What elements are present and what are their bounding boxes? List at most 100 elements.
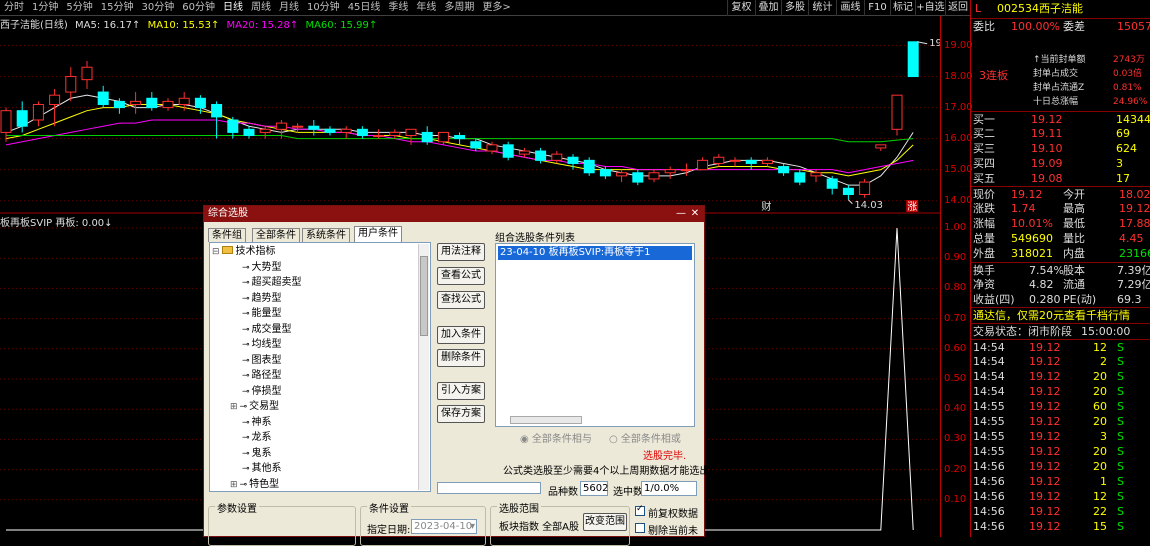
candle[interactable]: [648, 169, 660, 183]
candle[interactable]: [162, 98, 174, 111]
close-icon[interactable]: ✕: [688, 206, 702, 222]
tree-item[interactable]: ⊸ 鬼系: [230, 446, 272, 461]
period-tab[interactable]: 60分钟: [178, 0, 219, 16]
candle[interactable]: [551, 151, 563, 164]
candle[interactable]: [81, 61, 93, 89]
tree-item[interactable]: ⊸ 成交量型: [230, 322, 292, 337]
dialog-button[interactable]: 删除条件: [437, 349, 485, 367]
toolbar-right-button[interactable]: F10: [864, 0, 890, 16]
period-tab[interactable]: 30分钟: [137, 0, 178, 16]
period-tab[interactable]: 更多>: [478, 0, 514, 16]
candle[interactable]: [875, 144, 887, 152]
toolbar-right-button[interactable]: 叠加: [755, 0, 781, 16]
candle[interactable]: [745, 157, 757, 170]
tree-item[interactable]: ⊸ 能量型: [230, 306, 282, 321]
finance-mark[interactable]: 财: [761, 200, 771, 213]
candle[interactable]: [616, 169, 628, 183]
period-tab[interactable]: 1分钟: [28, 0, 62, 16]
limit-up-mark[interactable]: 涨: [907, 201, 917, 213]
date-input[interactable]: 2023-04-10 ▾: [411, 519, 477, 534]
candle[interactable]: [146, 92, 158, 111]
candle[interactable]: [891, 94, 903, 136]
tree-expander-icon[interactable]: ⊞: [230, 480, 238, 490]
minimize-icon[interactable]: —: [674, 206, 688, 222]
period-tab[interactable]: 45日线: [344, 0, 385, 16]
tree-item[interactable]: ⊸ 图表型: [230, 353, 282, 368]
change-range-button[interactable]: 改变范围: [583, 513, 627, 531]
candle[interactable]: [842, 185, 854, 200]
toolbar-right-button[interactable]: 复权: [727, 0, 755, 16]
tree-item[interactable]: ⊞ ⊸ 交易型: [230, 399, 279, 414]
candle[interactable]: [697, 157, 709, 171]
candle[interactable]: [454, 132, 466, 145]
tree-item[interactable]: ⊸ 均线型: [230, 337, 282, 352]
candle[interactable]: [97, 85, 109, 108]
candle[interactable]: [308, 120, 320, 136]
toolbar-right-button[interactable]: 统计: [808, 0, 836, 16]
candle[interactable]: [65, 67, 77, 102]
candle[interactable]: [32, 101, 44, 127]
period-tab[interactable]: 分时: [0, 0, 28, 16]
toolbar-right-button[interactable]: 返回: [945, 0, 970, 16]
period-tab[interactable]: 15分钟: [97, 0, 138, 16]
candle[interactable]: [778, 163, 790, 176]
dialog-button[interactable]: 查找公式: [437, 291, 485, 309]
candle[interactable]: [421, 126, 433, 145]
candle[interactable]: [826, 175, 838, 195]
dialog-tab[interactable]: 用户条件: [354, 226, 402, 242]
tree-item[interactable]: ⊸ 路径型: [230, 368, 282, 383]
candle[interactable]: [794, 169, 806, 186]
candle[interactable]: [761, 157, 773, 167]
list-hscroll[interactable]: [510, 416, 582, 424]
dialog-tab[interactable]: 条件组: [208, 228, 246, 242]
condition-tree[interactable]: ⊟ 技术指标 ⊸ 大势型 ⊸ 超买超卖型 ⊸ 趋势型 ⊸ 能量型 ⊸ 成交量型 ⊸ 均线型 ⊸ 图表型 ⊸ 路径型…: [209, 242, 431, 492]
tree-expander-icon[interactable]: ⊟: [212, 247, 220, 257]
period-tab[interactable]: 年线: [412, 0, 440, 16]
tree-expander-icon[interactable]: ⊞: [230, 402, 238, 412]
tree-item[interactable]: ⊸ 超买超卖型: [230, 275, 302, 290]
tree-item[interactable]: ⊸ 停损型: [230, 384, 282, 399]
candle[interactable]: [340, 126, 352, 139]
condition-list[interactable]: 23-04-10 板再板SVIP:再板等于1: [495, 243, 695, 427]
candle[interactable]: [437, 131, 449, 145]
candle[interactable]: [583, 157, 595, 176]
period-tab[interactable]: 多周期: [440, 0, 478, 16]
candle[interactable]: [389, 129, 401, 139]
tree-item[interactable]: ⊸ 龙系: [230, 430, 272, 445]
candle[interactable]: [518, 147, 530, 158]
period-tab[interactable]: 5分钟: [62, 0, 96, 16]
tree-item[interactable]: ⊸ 其他系: [230, 461, 282, 476]
toolbar-right-button[interactable]: 多股: [781, 0, 808, 16]
dialog-button[interactable]: 引入方案: [437, 382, 485, 400]
dialog-titlebar[interactable]: 综合选股 — ✕: [204, 206, 704, 222]
candle[interactable]: [859, 178, 871, 198]
tree-item[interactable]: ⊸ 大势型: [230, 260, 282, 275]
period-tab[interactable]: 季线: [384, 0, 412, 16]
tree-item[interactable]: ⊸ 神系: [230, 415, 272, 430]
candle[interactable]: [664, 166, 676, 179]
candle[interactable]: [405, 128, 417, 145]
chk-exclude[interactable]: [635, 523, 645, 533]
candle[interactable]: [729, 157, 741, 167]
toolbar-right-button[interactable]: +自选: [915, 0, 945, 16]
period-tab[interactable]: 周线: [247, 0, 275, 16]
tree-item[interactable]: ⊟ 技术指标: [212, 244, 276, 259]
candle[interactable]: [0, 107, 12, 142]
period-tab[interactable]: 10分钟: [303, 0, 344, 16]
candle[interactable]: [713, 154, 725, 167]
tree-scrollbar[interactable]: [418, 244, 429, 490]
condition-list-item[interactable]: 23-04-10 板再板SVIP:再板等于1: [498, 246, 692, 260]
candle[interactable]: [680, 163, 692, 176]
toolbar-right-button[interactable]: 画线: [836, 0, 864, 16]
date-dropdown-icon[interactable]: ▾: [470, 520, 475, 533]
period-tab[interactable]: 月线: [275, 0, 303, 16]
candle[interactable]: [373, 129, 385, 139]
toolbar-right-button[interactable]: 标记: [890, 0, 915, 16]
tree-item[interactable]: ⊸ 趋势型: [230, 291, 282, 306]
dialog-button[interactable]: 查看公式: [437, 267, 485, 285]
tree-item[interactable]: ⊞ ⊸ 特色型: [230, 477, 279, 492]
promo-link[interactable]: 通达信，仅需20元查看千档行情: [973, 308, 1130, 324]
dialog-button[interactable]: 保存方案: [437, 405, 485, 423]
candle[interactable]: [49, 88, 61, 127]
period-tab[interactable]: 日线: [219, 0, 247, 16]
